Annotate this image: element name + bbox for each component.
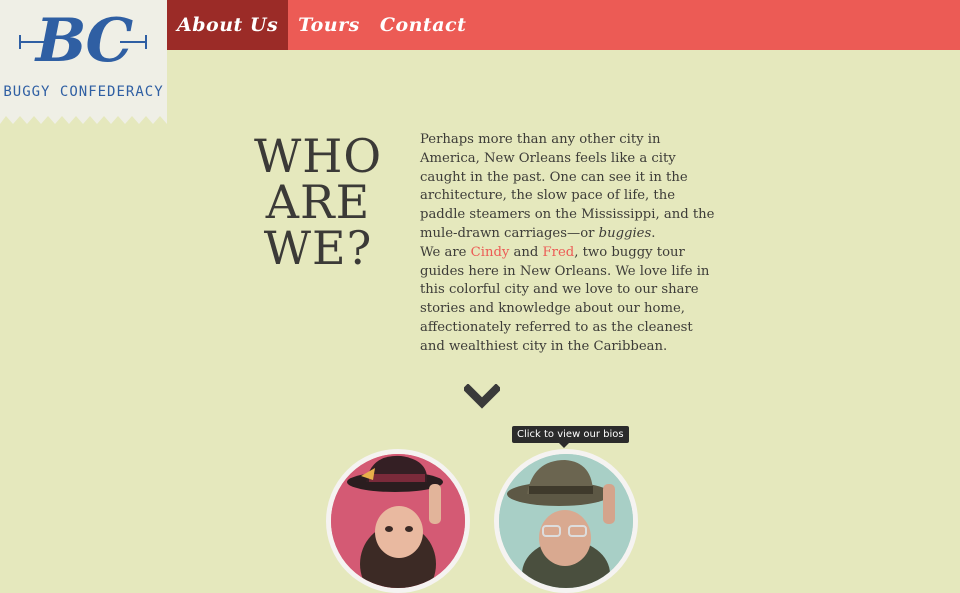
intro-paragraph-2-end: , two buggy tour guides here in New Orle… [420,244,710,354]
fred-link[interactable]: Fred [543,245,575,260]
logo-initials: BC [35,6,134,76]
chevron-down-icon[interactable] [464,384,500,410]
heading-line-3: WE? [263,221,373,275]
page-heading: WHO ARE WE? [238,133,398,271]
logo-name: BUGGY CONFEDERACY [3,84,164,100]
intro-period: . [651,225,656,241]
nav-about-us[interactable]: About Us [167,0,289,50]
logo-zigzag-edge [0,114,167,124]
heading-line-1: WHO [253,129,383,183]
cindy-avatar[interactable] [326,449,470,593]
intro-emphasis-buggies: buggies [598,225,652,241]
intro-and: and [509,244,543,260]
site-logo[interactable]: BC BUGGY CONFEDERACY [0,0,167,114]
cindy-link[interactable]: Cindy [471,245,510,260]
cindy-photo [331,454,465,588]
tooltip-arrow [559,443,569,448]
intro-paragraph-2-start: We are [420,244,471,260]
intro-paragraph-1: Perhaps more than any other city in Amer… [420,132,715,241]
nav-tours[interactable]: Tours [288,0,370,50]
nav-contact[interactable]: Contact [370,0,477,50]
main-nav: About Us Tours Contact [167,0,476,50]
intro-text: Perhaps more than any other city in Amer… [420,131,720,357]
bios-tooltip: Click to view our bios [512,426,629,443]
heading-line-2: ARE [265,175,371,229]
fred-avatar[interactable] [494,449,638,593]
fred-photo [499,454,633,588]
